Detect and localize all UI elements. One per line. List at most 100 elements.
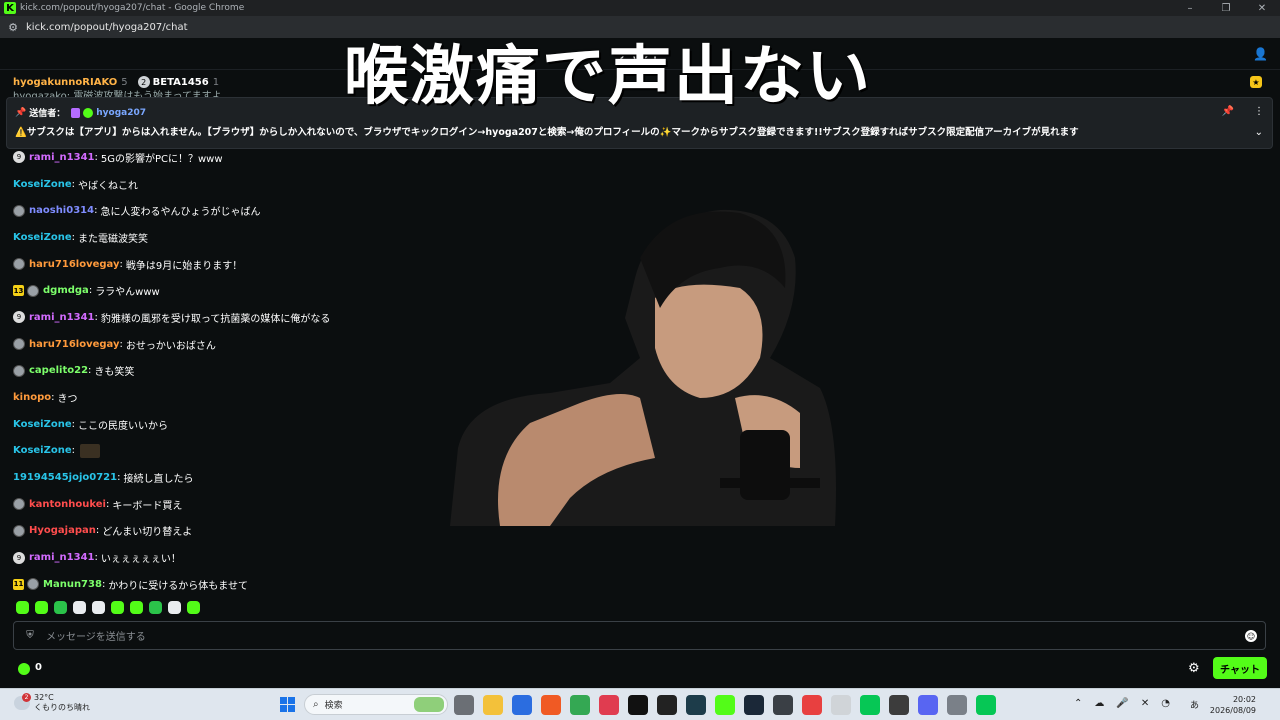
chat-text: おせっかいおばさん xyxy=(125,340,216,352)
chevron-down-icon[interactable]: ⌄ xyxy=(1255,127,1263,138)
chat-username[interactable]: rami_n1341 xyxy=(29,312,94,323)
app-icon[interactable] xyxy=(773,695,793,715)
emote-icon[interactable] xyxy=(73,601,86,614)
chat-input-placeholder[interactable]: メッセージを送信する xyxy=(46,628,146,643)
chat-username[interactable]: haru716lovegay xyxy=(29,339,120,350)
emote-icon[interactable] xyxy=(168,601,181,614)
chat-username[interactable]: rami_n1341 xyxy=(29,152,94,163)
shield-icon[interactable]: ⛨ xyxy=(24,630,36,642)
send-chat-button[interactable]: チャット xyxy=(1213,657,1267,679)
line-icon[interactable] xyxy=(976,695,996,715)
line-icon[interactable] xyxy=(860,695,880,715)
minimize-button[interactable]: – xyxy=(1172,3,1208,14)
window-titlebar: K kick.com/popout/hyoga207/chat - Google… xyxy=(0,0,1280,16)
file-explorer-icon[interactable] xyxy=(483,695,503,715)
chat-page: 喉激痛で声出ない チャット 👤 hyogakunnoRIAKO 5 2 BETA… xyxy=(0,38,1280,686)
close-icon[interactable]: ✕ xyxy=(1141,698,1149,709)
brave-browser-icon[interactable] xyxy=(541,695,561,715)
chat-username[interactable]: capelito22 xyxy=(29,365,88,376)
mic-icon[interactable]: 🎤 xyxy=(1116,698,1128,709)
user-avatar[interactable] xyxy=(13,364,25,377)
chat-username[interactable]: dgmdga xyxy=(43,285,89,296)
separator: : xyxy=(51,392,55,404)
user-avatar[interactable] xyxy=(13,498,25,511)
chrome-icon[interactable] xyxy=(570,695,590,715)
chat-username[interactable]: haru716lovegay xyxy=(29,259,120,270)
chat-input[interactable]: ⛨ メッセージを送信する ☺ xyxy=(13,621,1266,650)
taskbar-apps xyxy=(454,695,996,715)
broadcaster-badge-icon xyxy=(71,107,81,118)
close-button[interactable]: ✕ xyxy=(1244,3,1280,14)
kick-points-icon[interactable] xyxy=(18,663,30,675)
pinned-user[interactable]: hyoga207 xyxy=(96,108,146,118)
app-icon[interactable] xyxy=(657,695,677,715)
site-info-icon[interactable]: ⚙ xyxy=(6,20,20,34)
gift-icon[interactable]: ★ xyxy=(1250,76,1262,88)
chat-username[interactable]: Manun738 xyxy=(43,579,102,590)
separator: : xyxy=(88,285,93,297)
emote-icon[interactable] xyxy=(130,601,143,614)
emote-icon[interactable] xyxy=(35,601,48,614)
more-options-icon[interactable]: ⋮ xyxy=(1254,106,1264,117)
user-avatar[interactable] xyxy=(13,258,25,271)
user-avatar[interactable] xyxy=(27,284,39,297)
emote-icon[interactable] xyxy=(149,601,162,614)
chat-username[interactable]: Hyogajapan xyxy=(29,525,96,536)
users-icon[interactable]: 👤 xyxy=(1253,47,1268,61)
chat-username[interactable]: naoshi0314 xyxy=(29,205,94,216)
chat-username[interactable]: 19194545jojo0721 xyxy=(13,472,117,483)
cloud-sync-icon[interactable]: ☁ xyxy=(1094,698,1104,709)
emoji-picker-icon[interactable]: ☺ xyxy=(1245,630,1257,642)
obs-icon[interactable] xyxy=(802,695,822,715)
clock-date: 2026/08/09 xyxy=(1209,706,1256,715)
app-icon[interactable] xyxy=(889,695,909,715)
tiktok-icon[interactable] xyxy=(628,695,648,715)
chat-username[interactable]: KoseiZone xyxy=(13,419,72,430)
settings-icon[interactable] xyxy=(947,695,967,715)
app-icon[interactable] xyxy=(599,695,619,715)
emote-icon[interactable] xyxy=(92,601,105,614)
chat-username[interactable]: KoseiZone xyxy=(13,445,72,456)
leaderboard-first-name[interactable]: hyogakunnoRIAKO xyxy=(13,77,117,88)
wifi-icon[interactable]: ◔ xyxy=(1161,698,1170,709)
taskbar-search[interactable]: ⌕ 検索 xyxy=(304,694,448,715)
chat-message: 11 Manun738: かわりに受けるから体もませて xyxy=(13,571,613,598)
start-button[interactable] xyxy=(280,697,295,712)
gear-icon[interactable]: ⚙ xyxy=(1188,661,1200,676)
leaderboard-second-name[interactable]: BETA1456 xyxy=(153,77,209,88)
url-text[interactable]: kick.com/popout/hyoga207/chat xyxy=(26,22,188,33)
unpin-icon[interactable]: 📌 xyxy=(1222,106,1234,117)
store-icon[interactable] xyxy=(512,695,532,715)
chat-username[interactable]: KoseiZone xyxy=(13,179,72,190)
user-avatar[interactable] xyxy=(27,578,39,591)
emote-icon[interactable] xyxy=(187,601,200,614)
kick-icon[interactable] xyxy=(715,695,735,715)
discord-icon[interactable] xyxy=(918,695,938,715)
address-bar[interactable]: ⚙ kick.com/popout/hyoga207/chat xyxy=(0,16,1280,38)
chat-username[interactable]: kantonhoukei xyxy=(29,499,106,510)
separator: : xyxy=(106,498,110,510)
app-icon[interactable] xyxy=(686,695,706,715)
emote-icon[interactable] xyxy=(16,601,29,614)
chat-username[interactable]: kinopo xyxy=(13,392,51,403)
emote-icon[interactable] xyxy=(54,601,67,614)
task-view-icon[interactable] xyxy=(454,695,474,715)
emote-icon[interactable] xyxy=(111,601,124,614)
chat-text: 豹雅様の風邪を受け取って抗菌薬の媒体に俺がなる xyxy=(100,313,331,325)
chat-username[interactable]: KoseiZone xyxy=(13,232,72,243)
steam-icon[interactable] xyxy=(744,695,764,715)
app-icon[interactable] xyxy=(831,695,851,715)
ime-indicator[interactable]: あ xyxy=(1190,698,1199,711)
separator: : xyxy=(71,445,76,457)
separator: : xyxy=(94,205,98,217)
user-avatar[interactable] xyxy=(13,204,25,217)
maximize-button[interactable]: ❐ xyxy=(1208,3,1244,14)
clock[interactable]: 20:02 2026/08/09 xyxy=(1210,694,1256,716)
weather-widget[interactable]: 2 32°C くもりのち晴れ xyxy=(14,693,90,713)
user-avatar[interactable] xyxy=(13,338,25,351)
separator: : xyxy=(71,231,76,243)
user-avatar[interactable] xyxy=(13,524,25,537)
chat-username[interactable]: rami_n1341 xyxy=(29,552,94,563)
chat-text: ここの民度いいから xyxy=(78,420,169,432)
chevron-up-icon[interactable]: ⌃ xyxy=(1074,698,1082,709)
